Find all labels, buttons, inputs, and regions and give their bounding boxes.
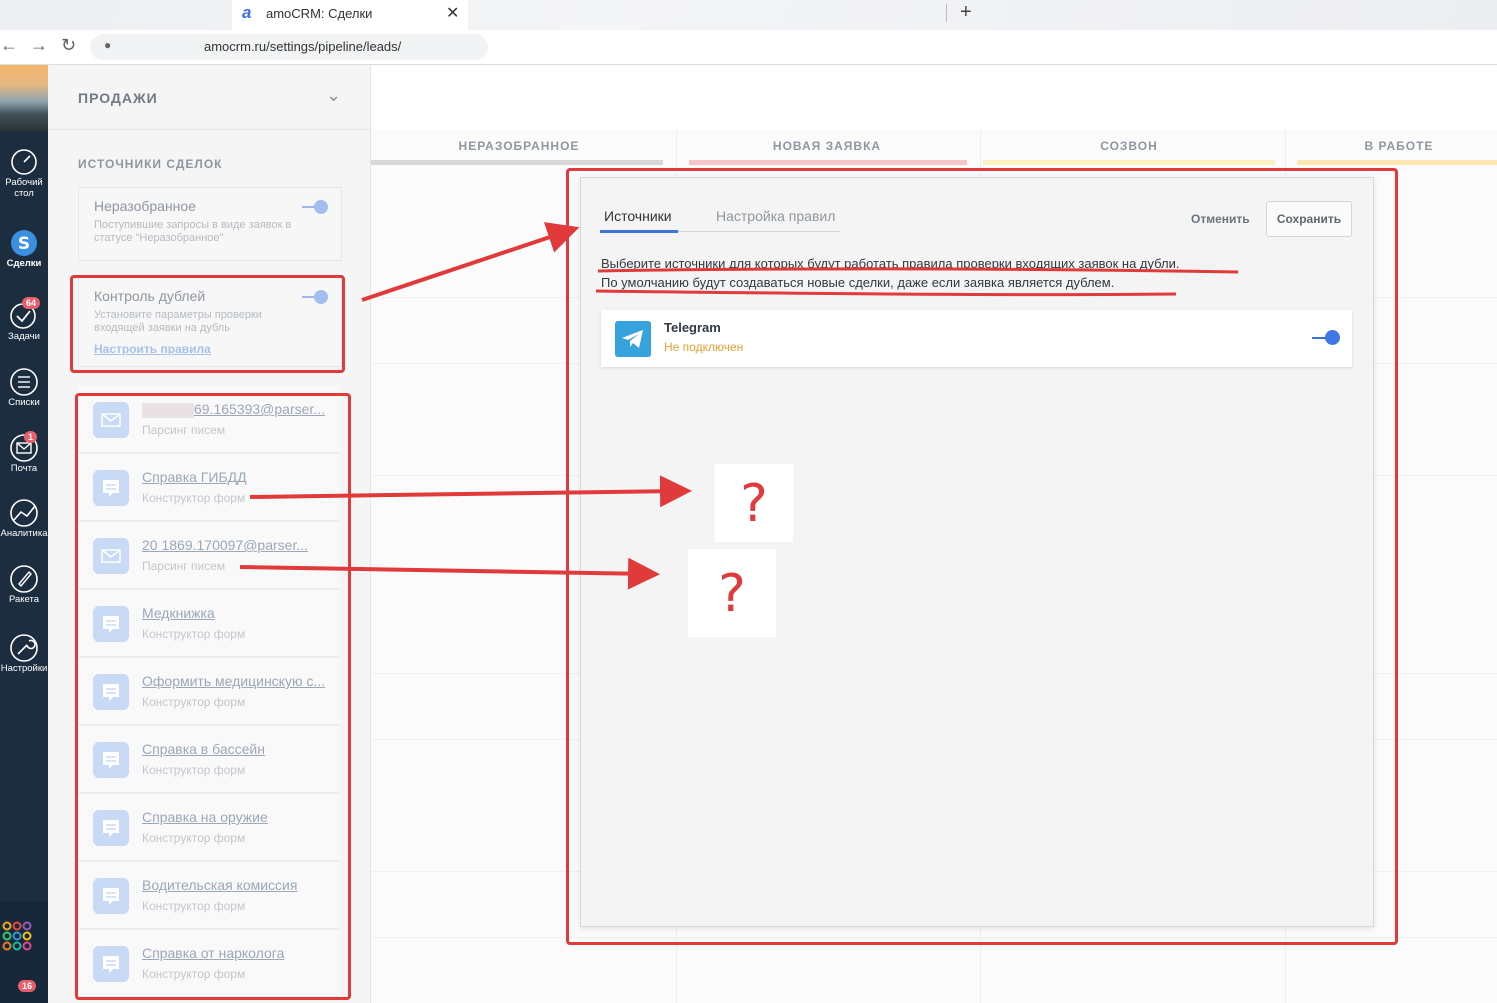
unsorted-toggle[interactable] (302, 200, 328, 214)
tasks-badge: 64 (22, 297, 41, 309)
annotation-box-sources (75, 393, 351, 1000)
column-color-bar (983, 160, 1275, 165)
unsorted-card: Неразобранное Поступившие запросы в виде… (78, 187, 342, 261)
close-tab-icon[interactable]: ✕ (446, 3, 459, 23)
user-avatar[interactable] (0, 65, 48, 131)
column-header[interactable]: В РАБОТЕ (1289, 139, 1497, 153)
browser-tab-bar: a amoCRM: Сделки ✕ + (0, 0, 1497, 30)
browser-tab[interactable]: a amoCRM: Сделки ✕ (232, 0, 468, 30)
tab-separator (946, 4, 947, 22)
sources-title: ИСТОЧНИКИ СДЕЛОК (78, 157, 223, 171)
apps-grid-icon[interactable] (2, 921, 32, 951)
nav-dashboard[interactable]: Рабочий стол (0, 147, 48, 199)
nav-label: Почта (10, 463, 38, 474)
mail-badge: 1 (24, 431, 38, 443)
svg-text:S: S (18, 234, 30, 254)
forward-arrow-icon[interactable]: → (30, 35, 48, 56)
column-color-bar (689, 160, 967, 165)
divider (48, 129, 370, 130)
new-tab-button[interactable]: + (960, 1, 972, 24)
column-color-bar (371, 160, 663, 165)
left-navigation: Рабочий стол S Сделки Задачи 64 Списки П… (0, 65, 48, 1003)
nav-rocket[interactable]: Ракета (0, 564, 48, 605)
nav-label: Ракета (8, 594, 40, 605)
column-header[interactable]: НЕРАЗОБРАННОЕ (371, 139, 667, 153)
nav-bottom: 16 (0, 901, 48, 1003)
analytics-icon (10, 499, 38, 527)
deals-icon: S (11, 230, 37, 256)
back-arrow-icon[interactable]: ← (0, 35, 18, 56)
unsorted-description: Поступившие запросы в виде заявок в стат… (94, 219, 292, 244)
settings-icon (10, 634, 38, 662)
amocrm-favicon-icon: a (242, 3, 252, 22)
toggle-knob (314, 200, 328, 214)
nav-analytics[interactable]: Аналитика (0, 498, 48, 539)
nav-label: Задачи (8, 331, 40, 342)
nav-mail[interactable]: Почта 1 (0, 431, 48, 474)
nav-tasks[interactable]: Задачи 64 (0, 297, 48, 342)
address-bar[interactable]: ● amocrm.ru/settings/pipeline/leads/ (90, 34, 488, 60)
notifications-badge: 16 (18, 980, 37, 992)
url-text: amocrm.ru/settings/pipeline/leads/ (204, 39, 402, 54)
column-header[interactable]: СОЗВОН (983, 139, 1275, 153)
question-mark-annotation: ? (715, 464, 793, 542)
nav-label: стол (14, 188, 34, 199)
nav-label: Списки (8, 397, 40, 408)
annotation-box-duplicates (70, 275, 345, 373)
board-top-area (371, 65, 1497, 130)
browser-toolbar: ← → ↻ ● amocrm.ru/settings/pipeline/lead… (0, 30, 1497, 65)
question-mark-annotation: ? (688, 549, 776, 637)
nav-settings[interactable]: Настройки (0, 633, 48, 674)
pipeline-name[interactable]: ПРОДАЖИ (78, 90, 158, 106)
lock-icon: ● (104, 38, 112, 52)
chevron-down-icon[interactable]: ⌄ (326, 85, 341, 106)
nav-label: Сделки (6, 258, 42, 269)
lists-icon (10, 368, 38, 396)
unsorted-title: Неразобранное (94, 198, 196, 214)
nav-label: Рабочий (5, 177, 43, 188)
rocket-icon (10, 565, 38, 593)
dashboard-icon (11, 149, 37, 175)
column-color-bar (1297, 160, 1497, 165)
reload-icon[interactable]: ↻ (61, 35, 76, 56)
tab-title: amoCRM: Сделки (266, 6, 373, 21)
column-header[interactable]: НОВАЯ ЗАЯВКА (677, 139, 977, 153)
nav-lists[interactable]: Списки (0, 367, 48, 408)
nav-label: Аналитика (0, 528, 48, 539)
nav-label: Настройки (0, 663, 48, 674)
nav-deals[interactable]: S Сделки (0, 228, 48, 269)
